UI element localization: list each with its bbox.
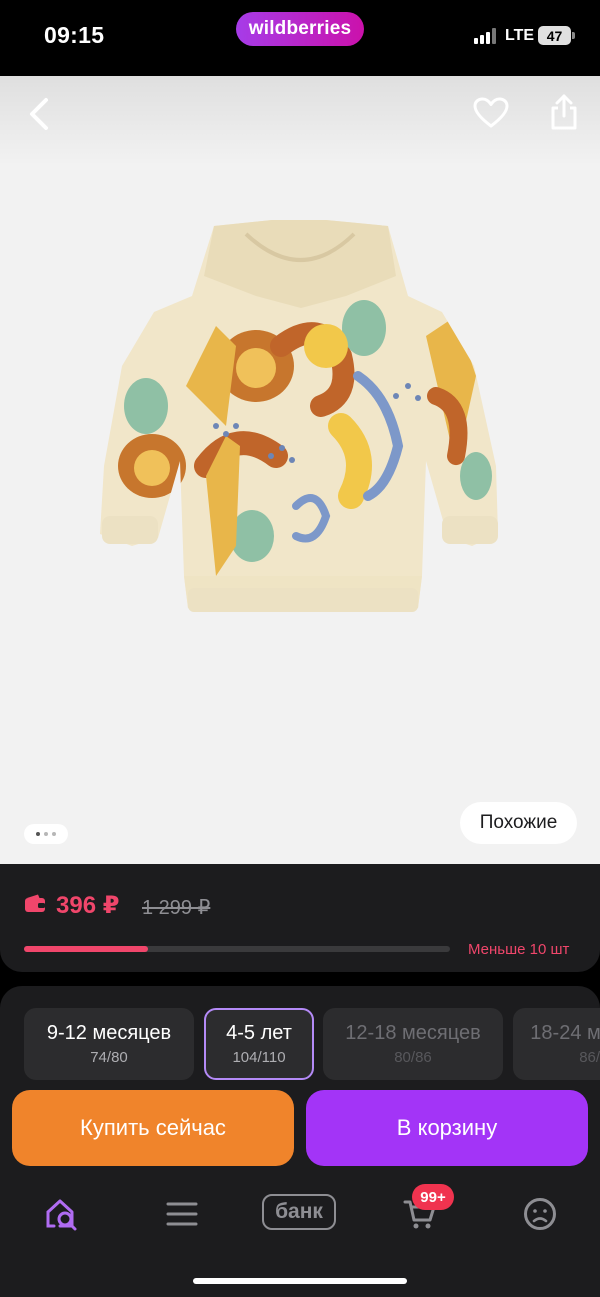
status-time: 09:15 (44, 22, 105, 48)
bottom-panel: 9-12 месяцев 74/80 4-5 лет 104/110 12-18… (0, 986, 600, 1297)
product-image (100, 220, 498, 612)
buy-now-button[interactable]: Купить сейчас (12, 1090, 294, 1166)
share-icon (551, 94, 577, 130)
home-search-icon (46, 1199, 77, 1231)
brand-logo[interactable]: wildberries (236, 12, 364, 46)
old-price: 1 299 ₽ (142, 897, 211, 919)
tab-catalog[interactable] (160, 1192, 204, 1236)
battery-level: 47 (546, 27, 563, 44)
stock-progress-fill (24, 946, 148, 952)
home-indicator (193, 1278, 407, 1284)
network-label: LTE (505, 27, 535, 44)
stock-label: Меньше 10 шт (468, 941, 570, 958)
size-option[interactable]: 9-12 месяцев 74/80 (24, 1008, 194, 1080)
product-gallery[interactable]: Похожие (0, 76, 600, 864)
chevron-left-icon (30, 98, 48, 130)
size-label: 4-5 лет (226, 1022, 292, 1044)
pagination-dot (36, 832, 40, 836)
battery-icon: 47 (538, 26, 575, 45)
cart-count-badge: 99+ (412, 1184, 454, 1210)
add-to-cart-button[interactable]: В корзину (306, 1090, 588, 1166)
profile-icon (524, 1198, 556, 1230)
size-option[interactable]: 18-24 месяцев 86/92 (513, 1008, 600, 1080)
price-card: 396 ₽ 1 299 ₽ Меньше 10 шт (0, 864, 600, 972)
size-sublabel: 86/92 (579, 1049, 600, 1066)
stock-progress (24, 946, 450, 952)
image-pagination[interactable] (24, 824, 68, 844)
size-sublabel: 80/86 (394, 1049, 432, 1066)
size-option[interactable]: 12-18 месяцев 80/86 (323, 1008, 503, 1080)
signal-icon (474, 28, 498, 44)
heart-icon (473, 97, 509, 128)
size-selector[interactable]: 9-12 месяцев 74/80 4-5 лет 104/110 12-18… (24, 1008, 600, 1080)
size-label: 9-12 месяцев (46, 1022, 172, 1044)
status-bar: 09:15 wildberries LTE 47 (0, 0, 600, 76)
size-sublabel: 104/110 (232, 1049, 286, 1066)
wallet-icon (25, 894, 45, 912)
size-label: 12-18 месяцев (345, 1022, 481, 1044)
size-sublabel: 74/80 (90, 1049, 128, 1066)
share-button[interactable] (542, 90, 586, 134)
size-option-selected[interactable]: 4-5 лет 104/110 (204, 1008, 314, 1080)
bottom-tab-bar: банк 99+ (0, 1182, 600, 1246)
similar-products-button[interactable]: Похожие (460, 802, 577, 844)
tab-profile[interactable] (518, 1192, 562, 1236)
tab-home[interactable] (40, 1192, 84, 1236)
menu-lines-icon (166, 1202, 198, 1226)
tab-bank[interactable]: банк (262, 1194, 336, 1230)
pagination-dot (44, 832, 48, 836)
current-price: 396 ₽ (56, 892, 120, 919)
back-button[interactable] (18, 94, 58, 134)
pagination-dot (52, 832, 56, 836)
size-label: 18-24 месяцев (530, 1022, 600, 1044)
favorite-button[interactable] (470, 92, 512, 134)
